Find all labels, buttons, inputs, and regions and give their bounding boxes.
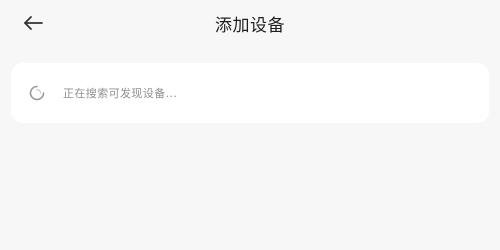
device-search-card: 正在搜索可发现设备... <box>11 63 489 123</box>
search-status-text: 正在搜索可发现设备... <box>63 87 178 100</box>
top-app-bar: 添加设备 <box>0 0 500 46</box>
page-title: 添加设备 <box>215 16 285 36</box>
loading-spinner-icon <box>28 84 46 102</box>
